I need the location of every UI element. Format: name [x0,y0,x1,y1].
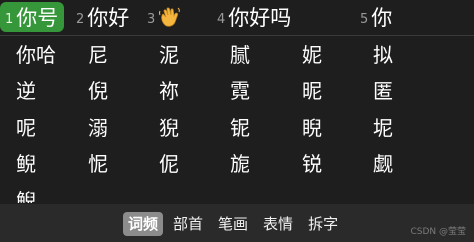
candidate-4[interactable]: 4 你好吗 [217,2,291,32]
grid-candidate[interactable]: 坭 [373,116,393,140]
watermark: CSDN @莹莹 [410,227,466,237]
candidate-2[interactable]: 2 你好 [76,2,129,32]
grid-candidate[interactable]: 锐 [302,152,322,176]
candidate-text: 你 [371,6,393,30]
tab-split-char[interactable]: 拆字 [303,212,343,236]
candidate-text: 你好吗 [228,6,292,30]
grid-candidate[interactable]: 呢 [16,116,36,140]
divider [0,35,474,36]
grid-candidate[interactable]: 尼 [88,43,108,67]
grid-candidate[interactable]: 匿 [373,79,393,103]
grid-candidate[interactable]: 铌 [230,116,250,140]
candidate-text: 你好 [87,6,130,30]
tab-list: 词频 部首 笔画 表情 拆字 [123,212,343,236]
candidate-number: 1 [5,11,14,27]
grid-candidate[interactable]: 霓 [230,79,250,103]
grid-candidate[interactable]: 睨 [302,116,322,140]
ime-candidate-panel: 1 你号 2 你好 3 4 你好吗 5 你 你哈 尼 泥 腻 妮 拟 逆 倪 祢… [0,0,474,242]
grid-candidate[interactable]: 逆 [16,79,36,103]
grid-candidate[interactable]: 腻 [230,43,250,67]
grid-candidate[interactable]: 你哈 [16,43,56,67]
candidate-5[interactable]: 5 你 [360,2,392,32]
grid-candidate[interactable]: 猊 [159,116,179,140]
grid-candidate[interactable]: 倪 [88,79,108,103]
candidate-number: 3 [147,11,156,27]
grid-candidate[interactable]: 觑 [373,152,393,176]
tab-stroke[interactable]: 笔画 [213,212,253,236]
candidate-bar: 1 你号 2 你好 3 4 你好吗 5 你 [0,0,474,35]
tab-emoji[interactable]: 表情 [258,212,298,236]
grid-candidate[interactable]: 溺 [88,116,108,140]
candidate-text: 你号 [16,6,59,30]
grid-candidate[interactable]: 昵 [302,79,322,103]
grid-candidate[interactable]: 伲 [159,152,179,176]
candidate-number: 5 [360,11,369,27]
grid-candidate[interactable]: 鲵 [16,189,36,203]
tab-frequency[interactable]: 词频 [123,212,164,236]
grid-candidate[interactable]: 泥 [159,43,179,67]
tab-radical[interactable]: 部首 [168,212,208,236]
candidate-number: 4 [217,11,226,27]
candidate-number: 2 [76,11,85,27]
grid-candidate[interactable]: 怩 [88,152,108,176]
waving-hand-icon [158,5,182,29]
grid-candidate[interactable]: 旎 [230,152,250,176]
grid-candidate[interactable]: 妮 [302,43,322,67]
grid-candidate[interactable]: 祢 [159,79,179,103]
grid-candidate[interactable]: 鲵 [16,152,36,176]
grid-candidate[interactable]: 拟 [373,43,393,67]
filter-tab-bar: 词频 部首 笔画 表情 拆字 CSDN @莹莹 [0,204,474,242]
candidate-1[interactable]: 1 你号 [0,2,65,32]
expanded-candidate-grid: 你哈 尼 泥 腻 妮 拟 逆 倪 祢 霓 昵 匿 呢 溺 猊 铌 睨 坭 鲵 怩… [0,37,474,203]
candidate-3[interactable]: 3 [147,2,182,32]
